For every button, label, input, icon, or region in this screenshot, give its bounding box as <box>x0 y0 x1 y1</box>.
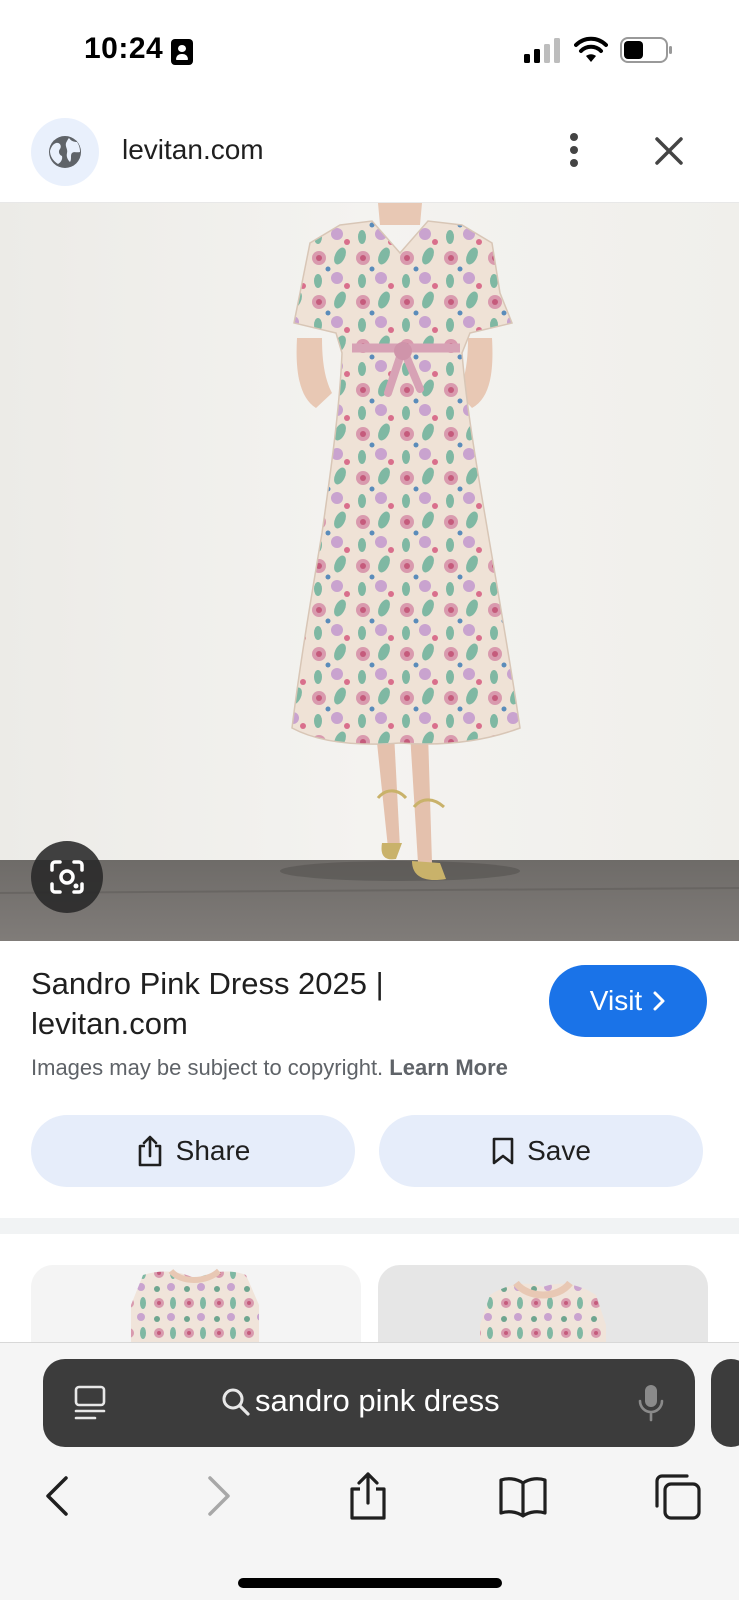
share-icon[interactable] <box>343 1471 393 1521</box>
bookmarks-icon[interactable] <box>498 1471 548 1521</box>
more-vert-icon[interactable] <box>558 130 590 170</box>
dress-photo <box>0 203 739 941</box>
status-time: 10:24 <box>84 32 164 65</box>
camera-lens-icon <box>50 860 84 894</box>
learn-more-link[interactable]: Learn More <box>389 1055 508 1080</box>
home-indicator <box>238 1578 502 1588</box>
bookmark-icon <box>492 1137 514 1165</box>
site-badge[interactable] <box>31 118 99 186</box>
site-domain[interactable]: levitan.com <box>122 134 264 166</box>
share-icon <box>138 1135 161 1167</box>
microphone-icon[interactable] <box>637 1383 665 1423</box>
save-label: Save <box>527 1135 591 1166</box>
save-button[interactable]: Save <box>379 1115 703 1187</box>
lens-button[interactable] <box>31 841 103 913</box>
share-button[interactable]: Share <box>31 1115 355 1187</box>
forward-icon[interactable] <box>192 1471 242 1521</box>
browser-bottom-bar: sandro pink dress <box>0 1342 739 1600</box>
globe-icon <box>49 136 81 168</box>
wifi-icon <box>574 36 608 62</box>
battery-icon <box>620 37 672 63</box>
status-bar: 10:24 <box>0 0 739 100</box>
chevron-right-icon <box>653 991 665 1011</box>
visit-label: Visit <box>589 985 643 1016</box>
search-icon <box>222 1388 250 1416</box>
next-tab-search-field[interactable] <box>711 1359 739 1447</box>
contact-badge-icon <box>171 39 193 65</box>
tabs-icon[interactable] <box>652 1471 702 1521</box>
close-icon[interactable] <box>650 132 688 170</box>
back-icon[interactable] <box>34 1471 84 1521</box>
product-image[interactable] <box>0 203 739 941</box>
address-search-field[interactable]: sandro pink dress <box>43 1359 695 1447</box>
signal-icon <box>524 38 560 63</box>
search-query-text[interactable]: sandro pink dress <box>255 1383 500 1419</box>
section-divider <box>0 1218 739 1234</box>
copyright-text: Images may be subject to copyright. <box>31 1055 384 1080</box>
page-menu-icon[interactable] <box>73 1385 107 1421</box>
copyright-notice: Images may be subject to copyright. Lear… <box>31 1055 508 1081</box>
visit-button[interactable]: Visit <box>549 965 707 1037</box>
url-header: levitan.com <box>0 100 739 203</box>
share-label: Share <box>175 1135 251 1166</box>
result-title[interactable]: Sandro Pink Dress 2025 | levitan.com <box>31 964 501 1044</box>
